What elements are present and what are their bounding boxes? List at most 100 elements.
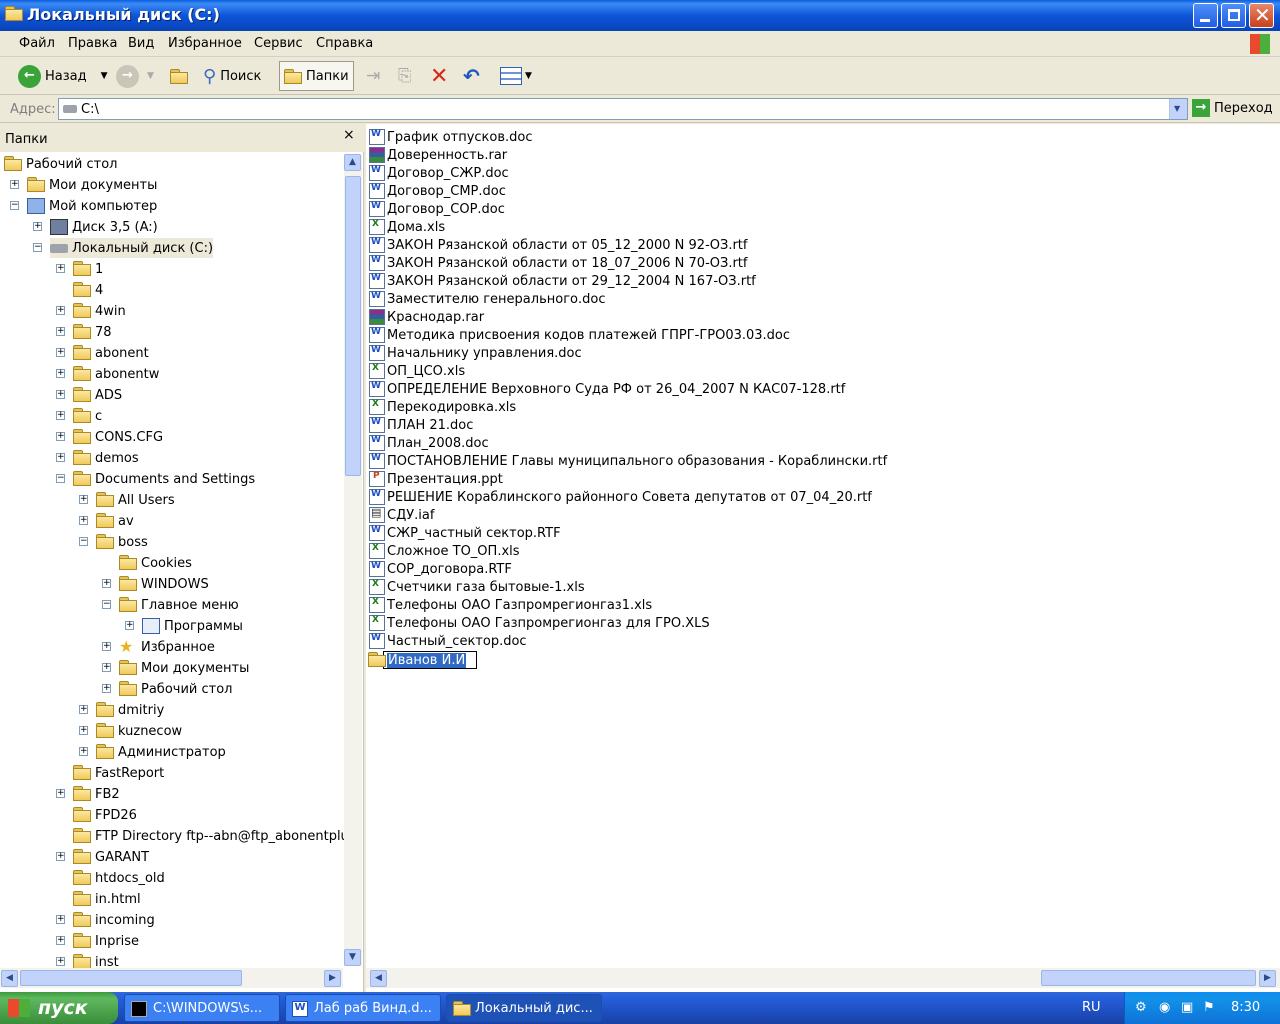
file-item[interactable]: Методика присвоения кодов платежей ГПРГ-… bbox=[369, 326, 790, 344]
file-item[interactable]: Договор_СЖР.doc bbox=[369, 164, 509, 182]
tree-item[interactable]: + incoming bbox=[56, 910, 155, 930]
tree-item[interactable]: +1 bbox=[56, 259, 103, 279]
expand-icon[interactable]: + bbox=[56, 852, 65, 861]
expand-icon[interactable]: + bbox=[33, 222, 42, 231]
file-item[interactable]: ОП_ЦСО.xls bbox=[369, 362, 465, 380]
views-button[interactable]: ▼ bbox=[500, 61, 532, 91]
tree-item[interactable]: + GARANT bbox=[56, 847, 149, 867]
close-button[interactable]: ✕ bbox=[1249, 3, 1274, 28]
file-item[interactable]: Перекодировка.xls bbox=[369, 398, 516, 416]
scroll-thumb[interactable] bbox=[20, 970, 242, 986]
up-folder-button[interactable] bbox=[170, 61, 188, 91]
tree-item[interactable]: + abonent bbox=[56, 343, 149, 363]
menu-edit[interactable]: Правка bbox=[68, 36, 117, 51]
scroll-down-button[interactable]: ▼ bbox=[344, 949, 361, 966]
expand-icon[interactable]: + bbox=[56, 327, 65, 336]
expand-icon[interactable]: + bbox=[56, 306, 65, 315]
file-item[interactable]: График отпусков.doc bbox=[369, 128, 533, 146]
chevron-down-icon[interactable]: ▼ bbox=[101, 71, 108, 81]
tree-item[interactable]: − Локальный диск (C:) bbox=[33, 238, 214, 258]
tree-item[interactable]: + av bbox=[79, 511, 134, 531]
tree-item[interactable]: + ADS bbox=[56, 385, 122, 405]
forward-button[interactable]: → ▼ bbox=[116, 61, 154, 91]
address-input[interactable]: C:\ ▼ bbox=[58, 98, 1188, 120]
menu-tools[interactable]: Сервис bbox=[254, 36, 303, 51]
file-item[interactable]: СДУ.iaf bbox=[369, 506, 434, 524]
undo-icon[interactable]: ↶ bbox=[463, 61, 480, 91]
tree-item[interactable]: + Диск 3,5 (A:) bbox=[33, 217, 158, 237]
sync-icon[interactable]: ▣ bbox=[1181, 1000, 1193, 1015]
tree-item[interactable]: + abonentw bbox=[56, 364, 159, 384]
expand-icon[interactable]: + bbox=[56, 264, 65, 273]
expand-icon[interactable]: + bbox=[102, 579, 111, 588]
tree-item[interactable]: FastReport bbox=[73, 763, 164, 783]
collapse-icon[interactable]: − bbox=[102, 600, 111, 609]
tree-horizontal-scrollbar[interactable]: ◀ ▶ bbox=[0, 968, 343, 988]
tree-item[interactable]: + Рабочий стол bbox=[102, 679, 232, 699]
file-item[interactable]: ОПРЕДЕЛЕНИЕ Верховного Суда РФ от 26_04_… bbox=[369, 380, 845, 398]
tree-vertical-scrollbar[interactable]: ▲ ▼ bbox=[344, 154, 362, 966]
tree-item[interactable]: + ★ Избранное bbox=[102, 637, 215, 657]
expand-icon[interactable]: + bbox=[102, 663, 111, 672]
tree-item[interactable]: + Inprise bbox=[56, 931, 139, 951]
expand-icon[interactable]: + bbox=[79, 495, 88, 504]
file-item[interactable]: ПОСТАНОВЛЕНИЕ Главы муниципального образ… bbox=[369, 452, 887, 470]
expand-icon[interactable]: + bbox=[56, 453, 65, 462]
file-item[interactable]: Телефоны ОАО Газпромрегионгаз для ГРО.XL… bbox=[369, 614, 710, 632]
scroll-thumb[interactable] bbox=[345, 176, 361, 476]
tree-item[interactable]: − Главное меню bbox=[102, 595, 239, 615]
menu-view[interactable]: Вид bbox=[128, 36, 154, 51]
tree-item[interactable]: + Администратор bbox=[79, 742, 226, 762]
tree-item[interactable]: FTP Directory ftp--abn@ftp_abonentplus bbox=[73, 826, 356, 846]
expand-icon[interactable]: + bbox=[56, 936, 65, 945]
expand-icon[interactable]: + bbox=[56, 411, 65, 420]
start-button[interactable]: пуск bbox=[0, 992, 118, 1024]
tree-item[interactable]: + kuznecow bbox=[79, 721, 182, 741]
collapse-icon[interactable]: − bbox=[56, 474, 65, 483]
file-item[interactable]: Телефоны ОАО Газпромрегионгаз1.xls bbox=[369, 596, 652, 614]
tree-item[interactable]: +4win bbox=[56, 301, 126, 321]
scroll-thumb[interactable] bbox=[1041, 970, 1256, 986]
go-button[interactable]: → Переход bbox=[1192, 99, 1273, 117]
tree-item[interactable]: − boss bbox=[79, 532, 148, 552]
back-button[interactable]: ← Назад ▼ bbox=[18, 61, 108, 91]
collapse-icon[interactable]: − bbox=[33, 243, 42, 252]
expand-icon[interactable]: + bbox=[79, 516, 88, 525]
tree-item[interactable]: + FB2 bbox=[56, 784, 120, 804]
task-explorer[interactable]: Локальный дис... bbox=[446, 994, 602, 1022]
search-button[interactable]: ⚲ Поиск bbox=[203, 61, 261, 91]
device-icon[interactable]: ⚑ bbox=[1203, 1000, 1215, 1015]
antivirus-icon[interactable]: ◉ bbox=[1159, 1000, 1170, 1015]
file-item[interactable]: Краснодар.rar bbox=[369, 308, 484, 326]
file-item[interactable]: РЕШЕНИЕ Кораблинского районного Совета д… bbox=[369, 488, 872, 506]
tree-item[interactable]: + WINDOWS bbox=[102, 574, 209, 594]
files-horizontal-scrollbar[interactable]: ◀ ▶ bbox=[366, 968, 1280, 988]
expand-icon[interactable]: + bbox=[125, 621, 134, 630]
title-bar[interactable]: Локальный диск (C:) ✕ bbox=[0, 0, 1280, 31]
file-item[interactable]: Дома.xls bbox=[369, 218, 445, 236]
file-item[interactable]: Доверенность.rar bbox=[369, 146, 507, 164]
expand-icon[interactable]: + bbox=[56, 432, 65, 441]
tree-item[interactable]: in.html bbox=[73, 889, 141, 909]
tree-item[interactable]: + All Users bbox=[79, 490, 175, 510]
expand-icon[interactable]: + bbox=[10, 180, 19, 189]
file-item[interactable]: ЗАКОН Рязанской области от 29_12_2004 N … bbox=[369, 272, 756, 290]
collapse-icon[interactable]: − bbox=[10, 201, 19, 210]
scroll-right-button[interactable]: ▶ bbox=[1259, 970, 1276, 987]
tree-item[interactable]: − Documents and Settings bbox=[56, 469, 255, 489]
tree-item[interactable]: + Мои документы bbox=[10, 175, 157, 195]
menu-file[interactable]: Файл bbox=[19, 36, 55, 51]
tree-item[interactable]: + dmitriy bbox=[79, 700, 164, 720]
file-item[interactable]: Сложное ТО_ОП.xls bbox=[369, 542, 520, 560]
expand-icon[interactable]: + bbox=[56, 789, 65, 798]
delete-icon[interactable]: ✕ bbox=[430, 61, 448, 91]
maximize-button[interactable] bbox=[1221, 3, 1246, 28]
tree-item[interactable]: FPD26 bbox=[73, 805, 137, 825]
file-item[interactable]: Начальнику управления.doc bbox=[369, 344, 582, 362]
scroll-right-button[interactable]: ▶ bbox=[324, 970, 341, 987]
expand-icon[interactable]: + bbox=[79, 747, 88, 756]
expand-icon[interactable]: + bbox=[56, 915, 65, 924]
rename-folder-input[interactable]: Иванов И.И bbox=[368, 651, 477, 669]
tree-item[interactable]: + demos bbox=[56, 448, 139, 468]
language-indicator[interactable]: RU bbox=[1082, 1000, 1101, 1015]
